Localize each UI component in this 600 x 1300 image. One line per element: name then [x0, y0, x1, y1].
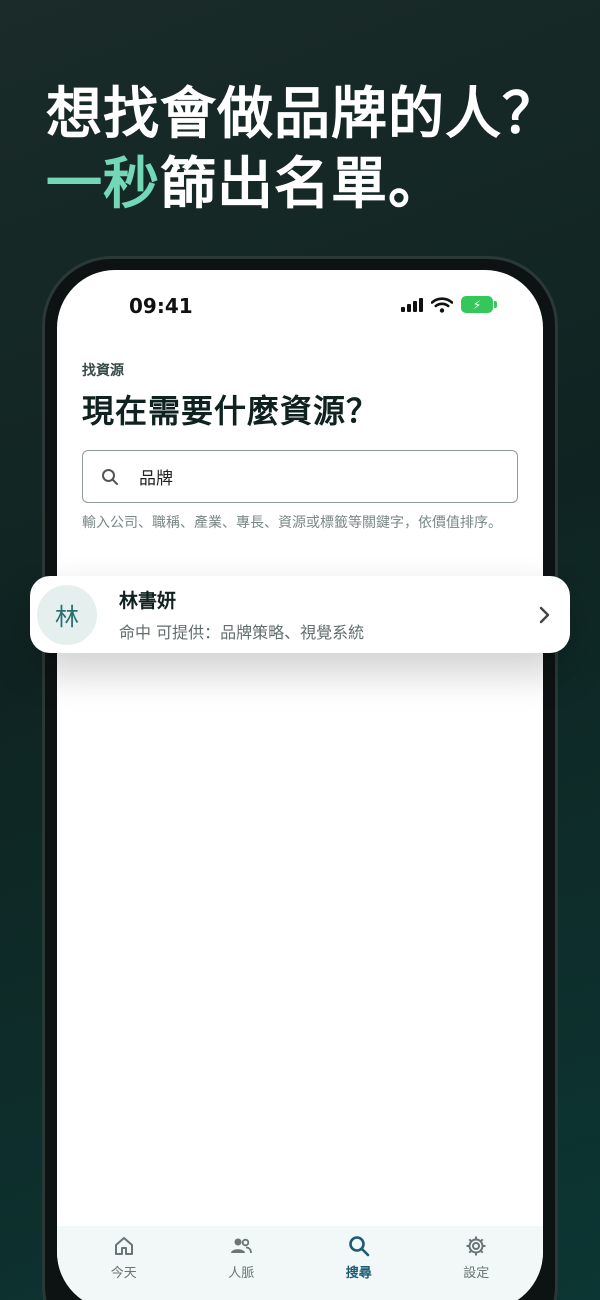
page-title: 現在需要什麼資源？: [82, 392, 380, 430]
page-eyebrow: 找資源: [82, 363, 124, 379]
tab-label: 搜尋: [345, 1266, 372, 1281]
headline-line-1: 想找會做品牌的人？: [46, 82, 559, 147]
search-icon: [102, 468, 118, 485]
marketing-headline: 想找會做品牌的人？ 一秒篩出名單。: [46, 80, 559, 220]
home-icon: [114, 1237, 133, 1255]
headline-accent: 一秒: [46, 152, 160, 217]
people-icon: [231, 1238, 253, 1254]
tab-bar: 今天 人脈 搜尋 設定: [57, 1226, 543, 1300]
avatar: 林: [37, 584, 97, 645]
headline-line-2: 一秒篩出名單。: [46, 150, 559, 220]
tab-today[interactable]: 今天: [74, 1226, 174, 1300]
headline-rest: 篩出名單。: [160, 152, 445, 217]
tab-label: 今天: [110, 1266, 137, 1281]
status-time: 09:41: [129, 294, 193, 318]
chevron-right-icon[interactable]: [538, 605, 552, 625]
result-card[interactable]: 林 林書妍 命中 可提供：品牌策略、視覺系統: [30, 576, 570, 653]
search-field[interactable]: [82, 450, 518, 503]
result-name: 林書妍: [119, 590, 177, 612]
gear-icon: [466, 1236, 486, 1256]
search-icon: [348, 1236, 370, 1257]
search-hint: 輸入公司、職稱、產業、專長、資源或標籤等關鍵字，依價值排序。: [82, 515, 502, 531]
result-description: 命中 可提供：品牌策略、視覺系統: [119, 623, 365, 642]
signal-icon: [401, 297, 423, 312]
tab-search[interactable]: 搜尋: [309, 1226, 409, 1300]
battery-charging-icon: ⚡: [461, 296, 497, 313]
tab-settings[interactable]: 設定: [426, 1226, 526, 1300]
tab-label: 設定: [463, 1266, 490, 1281]
search-input[interactable]: [139, 466, 479, 487]
tab-contacts[interactable]: 人脈: [191, 1226, 291, 1300]
phone-screen: 09:41 ⚡ 找資源 現在需要什麼資源？ 輸入公司、職稱、產業、專長、資源或標…: [57, 270, 543, 1300]
result-text: 林書妍 命中 可提供：品牌策略、視覺系統: [119, 586, 538, 643]
wifi-icon: [431, 296, 453, 313]
status-icons: ⚡: [401, 296, 497, 313]
tab-label: 人脈: [228, 1266, 255, 1281]
